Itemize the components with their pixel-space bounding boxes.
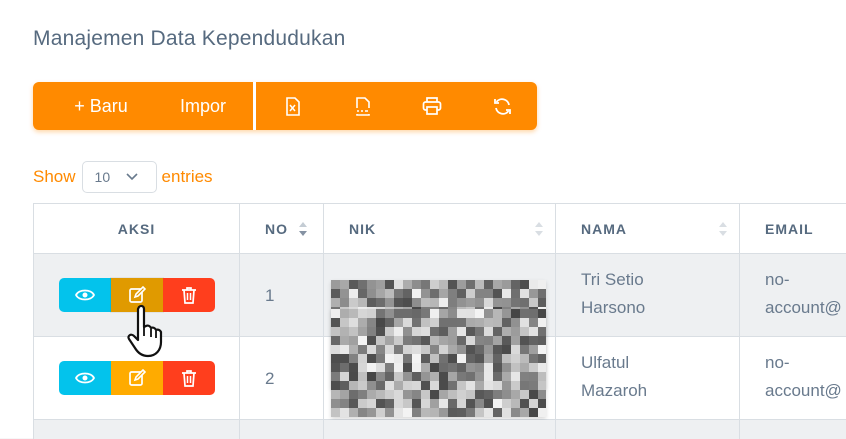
header-nama-label: NAMA: [581, 220, 627, 237]
table-row-1-aksi: [34, 254, 240, 337]
eye-icon: [75, 372, 95, 384]
data-table: AKSI NO NIK NAMA EMAIL 1 Tri Setio Harso…: [33, 203, 846, 439]
table-row-2-nama: Ulfatul Mazaroh: [556, 337, 740, 420]
header-aksi: AKSI: [34, 204, 240, 254]
header-nama[interactable]: NAMA: [556, 204, 740, 254]
chevron-down-icon: [125, 173, 138, 181]
show-label: Show: [33, 167, 76, 186]
header-nik[interactable]: NIK: [324, 204, 556, 254]
csv-icon: [355, 96, 370, 116]
table-row-2-aksi: [34, 337, 240, 420]
row-nama-line2: Harsono: [581, 298, 646, 317]
entries-value: 10: [94, 169, 111, 185]
print-button[interactable]: [412, 82, 452, 130]
export-csv-button[interactable]: [343, 82, 383, 130]
entries-label: entries: [161, 167, 213, 186]
export-excel-button[interactable]: [273, 82, 313, 130]
delete-button[interactable]: [163, 361, 215, 395]
import-button-label: Impor: [179, 95, 226, 116]
table-row-3-aksi: [34, 420, 240, 439]
row-nama-line1: Ulfatul: [581, 353, 630, 372]
redacted-nik: [331, 309, 546, 417]
row-no: 1: [265, 286, 275, 305]
action-toolbar: + Baru Impor: [33, 82, 537, 130]
row-email-line1: no-: [765, 270, 790, 289]
page-title: Manajemen Data Kependudukan: [33, 27, 346, 50]
new-button-label: + Baru: [74, 95, 128, 116]
table-row-3-email: [740, 420, 846, 439]
table-row-3-nik: [324, 420, 556, 439]
table-row-3-nama: [556, 420, 740, 439]
toolbar-divider: [253, 82, 256, 130]
entries-control: Show 10 entries: [33, 160, 213, 194]
eye-icon: [75, 289, 95, 301]
excel-icon: [286, 96, 300, 116]
table-row-2-nik: [324, 309, 556, 420]
row-email-line2: account@: [765, 298, 842, 317]
header-no[interactable]: NO: [240, 204, 324, 254]
edit-button[interactable]: [111, 361, 163, 395]
table-row-1-nama: Tri Setio Harsono: [556, 254, 740, 337]
trash-icon: [182, 370, 196, 387]
delete-button[interactable]: [163, 278, 215, 312]
sort-icon: [535, 222, 543, 236]
refresh-icon: [493, 97, 511, 115]
header-email[interactable]: EMAIL: [740, 204, 846, 254]
trash-icon: [182, 287, 196, 304]
row-email-line2: account@: [765, 381, 842, 400]
row-no: 2: [265, 369, 275, 388]
row-nama-line1: Tri Setio: [581, 270, 644, 289]
table-row-1-email: no- account@: [740, 254, 846, 337]
table-row-2-no: 2: [240, 337, 324, 420]
sort-icon: [719, 222, 727, 236]
data-card: Manajemen Data Kependudukan + Baru Impor: [0, 0, 846, 439]
edit-button[interactable]: [111, 278, 163, 312]
header-no-label: NO: [265, 220, 288, 237]
header-nik-label: NIK: [349, 220, 377, 237]
edit-icon: [129, 286, 146, 303]
header-aksi-label: AKSI: [117, 220, 156, 237]
new-button[interactable]: + Baru: [51, 82, 151, 130]
entries-select[interactable]: 10: [81, 161, 157, 193]
row-email-line1: no-: [765, 353, 790, 372]
row-nama-line2: Mazaroh: [581, 381, 648, 400]
refresh-button[interactable]: [482, 82, 522, 130]
view-button[interactable]: [59, 361, 111, 395]
table-row-1-no: 1: [240, 254, 324, 337]
view-button[interactable]: [59, 278, 111, 312]
table-row-3-no: [240, 420, 324, 439]
table-row-2-email: no- account@: [740, 337, 846, 420]
print-icon: [422, 97, 442, 115]
import-button[interactable]: Impor: [163, 82, 243, 130]
header-email-label: EMAIL: [765, 220, 814, 237]
sort-icon: [299, 222, 307, 236]
edit-icon: [129, 369, 146, 386]
